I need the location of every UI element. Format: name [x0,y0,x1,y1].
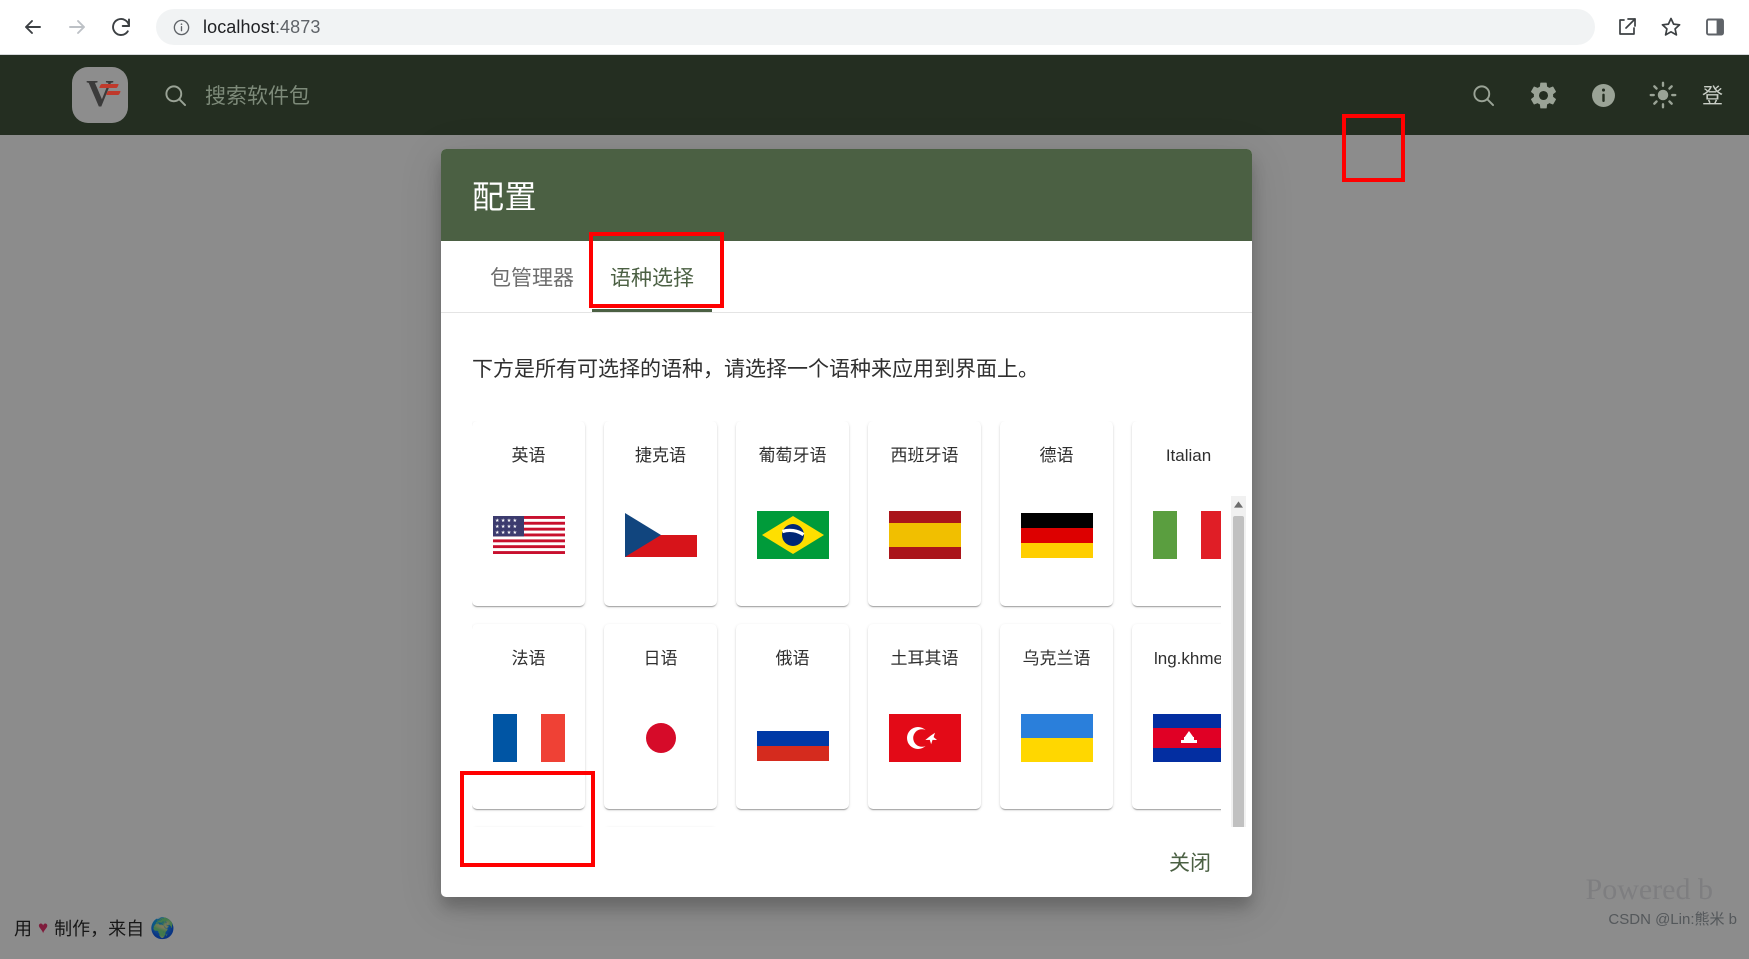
language-card-spanish[interactable]: 西班牙语 [868,421,981,606]
sun-icon [1649,81,1677,109]
flag-ua-icon [1020,714,1093,763]
back-arrow-icon [25,20,41,34]
language-card-german[interactable]: 德语 [1000,421,1113,606]
language-card-grid: 英语 ★ ★ ★ ★ ★ ★ ★ ★ ★ ★ ★ ★ 捷克语 葡萄牙语 西班牙语… [472,421,1221,827]
bookmark-button[interactable] [1651,7,1691,47]
info-button[interactable] [1580,72,1626,118]
language-card-khmer[interactable]: lng.khme [1132,624,1221,809]
package-search[interactable]: 搜索软件包 [162,80,1460,110]
gear-icon [1530,82,1556,108]
star-icon [1661,17,1681,36]
language-name: 英语 [511,446,546,465]
language-scroll-area[interactable]: 英语 ★ ★ ★ ★ ★ ★ ★ ★ ★ ★ ★ ★ 捷克语 葡萄牙语 西班牙语… [472,421,1221,827]
flag-tr-icon [888,714,961,763]
logo-swoosh-icon [99,84,119,88]
language-name: 土耳其语 [890,649,959,668]
flag-cz-icon [624,511,697,559]
browser-toolbar: localhost:4873 [0,0,1749,55]
tab-package-manager[interactable]: 包管理器 [472,241,592,312]
language-card-turkish[interactable]: 土耳其语 [868,624,981,809]
share-icon [1619,18,1636,35]
dialog-scrollbar[interactable] [1231,496,1246,827]
info-icon [1591,83,1615,107]
search-icon [165,84,187,106]
flag-kh-icon [1152,714,1221,763]
flag-br-icon [756,511,829,560]
login-button[interactable]: 登 [1702,80,1723,110]
side-panel-button[interactable] [1695,7,1735,47]
language-card-english[interactable]: 英语 ★ ★ ★ ★ ★ ★ ★ ★ ★ ★ ★ ★ [472,421,585,606]
browser-toolbar-actions [1607,7,1735,47]
scrollbar-thumb[interactable] [1233,516,1244,827]
header-search-button[interactable] [1460,72,1506,118]
chevron-up-icon [1234,501,1243,508]
scroll-up-button[interactable] [1231,496,1246,513]
header-actions: 登 [1460,72,1723,118]
side-panel-icon [1706,18,1724,36]
settings-button[interactable] [1520,72,1566,118]
flag-de-icon [1020,511,1093,559]
forward-button[interactable] [58,8,96,46]
dialog-header: 配置 [441,149,1252,241]
site-info-icon[interactable] [172,18,191,37]
reload-icon [112,18,130,36]
close-button[interactable]: 关闭 [1159,839,1221,885]
share-button[interactable] [1607,7,1647,47]
language-name: 西班牙语 [890,446,959,465]
language-card-italian[interactable]: Italian [1132,421,1221,606]
language-name: 葡萄牙语 [758,446,827,465]
flag-it-icon [1152,511,1221,560]
language-card-portuguese[interactable]: 葡萄牙语 [736,421,849,606]
dialog-content: 下方是所有可选择的语种，请选择一个语种来应用到界面上。 英语 ★ ★ ★ ★ ★… [441,313,1252,827]
dialog-tabs: 包管理器 语种选择 [441,241,1252,313]
language-card-russian[interactable]: 俄语 [736,624,849,809]
tab-language-selection[interactable]: 语种选择 [592,241,712,312]
search-input-placeholder: 搜索软件包 [205,85,310,108]
language-name: lng.khme [1154,649,1221,668]
language-card-japanese[interactable]: 日语 [604,624,717,809]
language-card-french[interactable]: 法语 [472,624,585,809]
back-button[interactable] [14,8,52,46]
verdaccio-app: 用 ♥ 制作，来自 🌍 Powered b CSDN @Lin:熊米 b V 搜… [0,55,1749,959]
language-name: 德语 [1039,446,1074,465]
app-header: V 搜索软件包 登 [0,55,1749,135]
svg-text:★ ★ ★ ★: ★ ★ ★ ★ [495,530,518,536]
language-card-ukrainian[interactable]: 乌克兰语 [1000,624,1113,809]
url-port: :4873 [274,16,321,37]
language-name: Italian [1165,446,1212,465]
language-name: 日语 [643,649,678,668]
url-host: localhost [203,16,275,37]
address-bar-text: localhost:4873 [203,17,321,38]
verdaccio-logo[interactable]: V [72,67,128,123]
flag-jp-icon [624,714,697,763]
language-name: 法语 [511,649,546,668]
flag-us-icon: ★ ★ ★ ★ ★ ★ ★ ★ ★ ★ ★ ★ [492,511,565,559]
language-name: 乌克兰语 [1022,649,1091,668]
language-name: 俄语 [775,649,810,668]
flag-ru-icon [756,714,829,762]
dialog-title: 配置 [472,179,538,215]
dialog-actions: 关闭 [441,827,1252,897]
settings-dialog: 配置 包管理器 语种选择 下方是所有可选择的语种，请选择一个语种来应用到界面上。… [441,149,1252,897]
language-card-czech[interactable]: 捷克语 [604,421,717,606]
language-name: 捷克语 [635,446,686,465]
language-description: 下方是所有可选择的语种，请选择一个语种来应用到界面上。 [472,358,1039,381]
address-bar[interactable]: localhost:4873 [156,9,1595,45]
search-icon [1472,84,1494,106]
flag-es-icon [888,511,961,560]
forward-arrow-icon [69,20,85,34]
reload-button[interactable] [102,8,140,46]
theme-toggle-button[interactable] [1640,72,1686,118]
logo-swoosh-secondary-icon [106,91,121,95]
flag-fr-icon [492,714,565,763]
